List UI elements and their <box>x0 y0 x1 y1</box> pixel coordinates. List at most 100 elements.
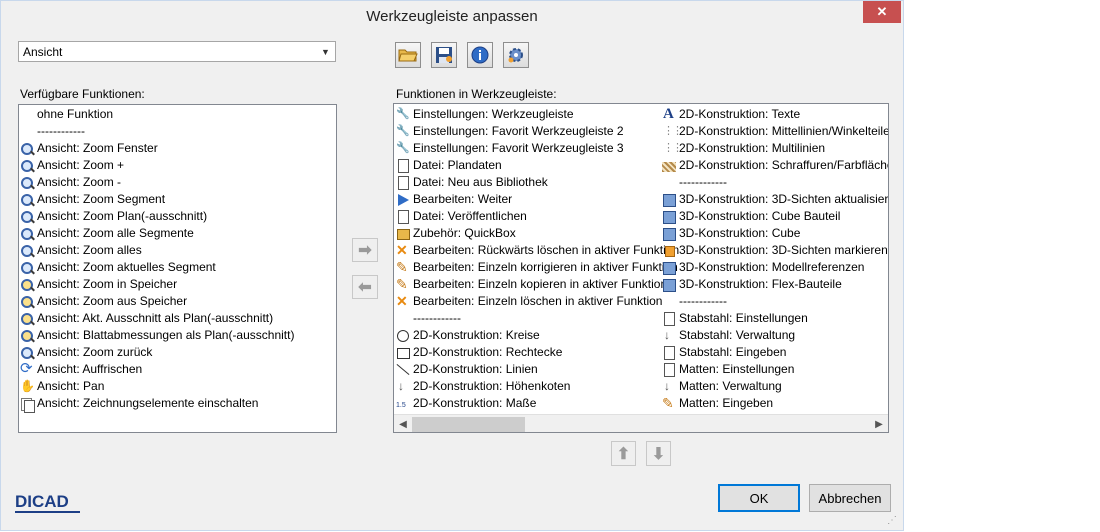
list-item[interactable]: Einstellungen: Werkzeugleiste <box>396 106 574 123</box>
list-item[interactable]: Bearbeiten: Einzeln kopieren in aktiver … <box>396 276 667 293</box>
list-item[interactable]: Ansicht: Zoom Fenster <box>20 140 158 157</box>
save-icon <box>436 47 452 63</box>
list-item[interactable]: Datei: Neu aus Bibliothek <box>396 174 548 191</box>
list-item[interactable]: 2D-Konstruktion: Schraffuren/Farbflächen <box>662 157 888 174</box>
list-item[interactable]: Ansicht: Zoom in Speicher <box>20 276 177 293</box>
list-item[interactable]: Ansicht: Akt. Ausschnitt als Plan(-aussc… <box>20 310 273 327</box>
list-item[interactable]: Matten: Verwaltung <box>662 378 782 395</box>
list-item[interactable]: Ansicht: Zoom aus Speicher <box>20 293 187 310</box>
txt-icon <box>662 106 676 123</box>
list-item[interactable]: Matten: Einstellungen <box>662 361 794 378</box>
list-item-label: Datei: Veröffentlichen <box>413 209 527 223</box>
list-item[interactable]: ------------ <box>20 123 85 140</box>
toolbar-functions-list[interactable]: ◀ ▶ Einstellungen: Werkzeugleiste Einstel… <box>393 103 889 433</box>
horizontal-scrollbar[interactable]: ◀ ▶ <box>394 414 888 432</box>
list-item[interactable]: ------------ <box>396 310 461 327</box>
list-item-label: Zubehör: QuickBox <box>413 226 516 240</box>
list-item[interactable]: 3D-Konstruktion: 3D-Sichten aktualisiere… <box>662 191 889 208</box>
list-item[interactable]: Bearbeiten: Weiter <box>396 191 512 208</box>
close-icon: ✕ <box>876 4 888 19</box>
list-item[interactable]: Ansicht: Zoom aktuelles Segment <box>20 259 216 276</box>
category-select[interactable]: Ansicht ▼ <box>18 41 336 62</box>
list-item[interactable]: 3D-Konstruktion: Cube Bauteil <box>662 208 840 225</box>
move-up-button[interactable]: ⬆ <box>611 441 636 466</box>
scrollbar-thumb[interactable] <box>412 417 525 432</box>
list-item[interactable]: Ansicht: Zoom Plan(-ausschnitt) <box>20 208 207 225</box>
list-item[interactable]: Einstellungen: Favorit Werkzeugleiste 2 <box>396 123 624 140</box>
list-item[interactable]: Ansicht: Zoom alles <box>20 242 142 259</box>
list-item-label: 2D-Konstruktion: Rechtecke <box>413 345 563 359</box>
list-item[interactable]: Stabstahl: Eingeben <box>662 344 786 361</box>
list-item[interactable]: 2D-Konstruktion: Texte <box>662 106 800 123</box>
list-item[interactable]: ------------ <box>662 174 727 191</box>
ok-button[interactable]: OK <box>718 484 800 512</box>
cube-icon <box>662 278 676 292</box>
list-item[interactable]: 2D-Konstruktion: Kreise <box>396 327 540 344</box>
info-button[interactable] <box>467 42 493 68</box>
list-item[interactable]: 3D-Konstruktion: 3D-Sichten markieren <box>662 242 888 259</box>
magy-icon <box>20 278 34 292</box>
list-item[interactable]: 2D-Konstruktion: Rechtecke <box>396 344 562 361</box>
list-item[interactable]: 3D-Konstruktion: Flex-Bauteile <box>662 276 842 293</box>
list-item-label: Matten: Einstellungen <box>679 362 795 376</box>
list-item[interactable]: Stabstahl: Verwaltung <box>662 327 795 344</box>
list-item-label: Ansicht: Zoom + <box>37 158 125 172</box>
wrench-icon <box>396 140 410 157</box>
list-item[interactable]: Bearbeiten: Einzeln löschen in aktiver F… <box>396 293 662 310</box>
list-item[interactable]: Zubehör: QuickBox <box>396 225 516 242</box>
list-item[interactable]: 3D-Konstruktion: Cube <box>662 225 800 242</box>
cube-icon <box>662 261 676 275</box>
settings-button[interactable] <box>503 42 529 68</box>
move-down-button[interactable]: ⬇ <box>646 441 671 466</box>
list-item-label: Datei: Neu aus Bibliothek <box>413 175 548 189</box>
toolbar-functions-label: Funktionen in Werkzeugleiste: <box>396 87 557 101</box>
list-item[interactable]: ------------ <box>662 293 727 310</box>
list-item-label: Ansicht: Blattabmessungen als Plan(-auss… <box>37 328 295 342</box>
list-item[interactable]: Datei: Plandaten <box>396 157 502 174</box>
list-item-label: 3D-Konstruktion: 3D-Sichten aktualisiere… <box>679 192 889 206</box>
list-item-label: Ansicht: Zeichnungselemente einschalten <box>37 396 259 410</box>
doc-icon <box>396 175 410 190</box>
list-item[interactable]: Datei: Veröffentlichen <box>396 208 527 225</box>
scroll-right-icon[interactable]: ▶ <box>872 417 886 431</box>
remove-function-button[interactable]: ⬅ <box>352 275 378 299</box>
list-item[interactable]: 2D-Konstruktion: Mittellinien/Winkelteil… <box>662 123 888 140</box>
list-item[interactable]: 2D-Konstruktion: Linien <box>396 361 538 378</box>
list-item[interactable]: 2D-Konstruktion: Multilinien <box>662 140 825 157</box>
refresh-icon <box>20 360 34 377</box>
doc-icon <box>396 209 410 224</box>
list-item[interactable]: Bearbeiten: Rückwärts löschen in aktiver… <box>396 242 679 259</box>
list-item[interactable]: 3D-Konstruktion: Modellreferenzen <box>662 259 864 276</box>
mag-icon <box>20 142 34 156</box>
list-item[interactable]: Ansicht: Zoom - <box>20 174 121 191</box>
list-item[interactable]: Ansicht: Auffrischen <box>20 360 142 378</box>
magy-icon <box>20 329 34 343</box>
list-item[interactable]: 2D-Konstruktion: Maße <box>396 395 536 414</box>
save-button[interactable] <box>431 42 457 68</box>
close-button[interactable]: ✕ <box>863 1 901 23</box>
list-item[interactable]: Einstellungen: Favorit Werkzeugleiste 3 <box>396 140 624 157</box>
list-item[interactable]: Ansicht: Pan <box>20 378 104 395</box>
list-item[interactable]: ohne Funktion <box>20 106 113 123</box>
list-item[interactable]: Matten: Eingeben <box>662 395 773 412</box>
magy-icon <box>20 312 34 326</box>
add-function-button[interactable]: ➡ <box>352 238 378 262</box>
scroll-left-icon[interactable]: ◀ <box>396 417 410 431</box>
list-item-label: Ansicht: Zoom Plan(-ausschnitt) <box>37 209 208 223</box>
list-item[interactable]: Stabstahl: Einstellungen <box>662 310 808 327</box>
list-item-label: Ansicht: Akt. Ausschnitt als Plan(-aussc… <box>37 311 274 325</box>
list-item[interactable]: Bearbeiten: Einzeln korrigieren in aktiv… <box>396 259 678 276</box>
available-functions-list[interactable]: ohne Funktion ------------ Ansicht: Zoom F… <box>18 104 337 433</box>
list-item[interactable]: Ansicht: Zoom + <box>20 157 124 174</box>
doc-icon <box>662 362 676 377</box>
resize-grip-icon[interactable]: ⋰ <box>887 515 901 529</box>
list-item[interactable]: Ansicht: Zeichnungselemente einschalten <box>20 395 259 413</box>
cancel-button[interactable]: Abbrechen <box>809 484 891 512</box>
list-item[interactable]: Ansicht: Blattabmessungen als Plan(-auss… <box>20 327 294 344</box>
title-bar: Werkzeugleiste anpassen ✕ <box>1 1 903 31</box>
open-button[interactable] <box>395 42 421 68</box>
list-item[interactable]: 2D-Konstruktion: Höhenkoten <box>396 378 570 395</box>
list-item[interactable]: Ansicht: Zoom Segment <box>20 191 165 208</box>
list-item[interactable]: Ansicht: Zoom zurück <box>20 344 152 361</box>
list-item[interactable]: Ansicht: Zoom alle Segmente <box>20 225 194 242</box>
